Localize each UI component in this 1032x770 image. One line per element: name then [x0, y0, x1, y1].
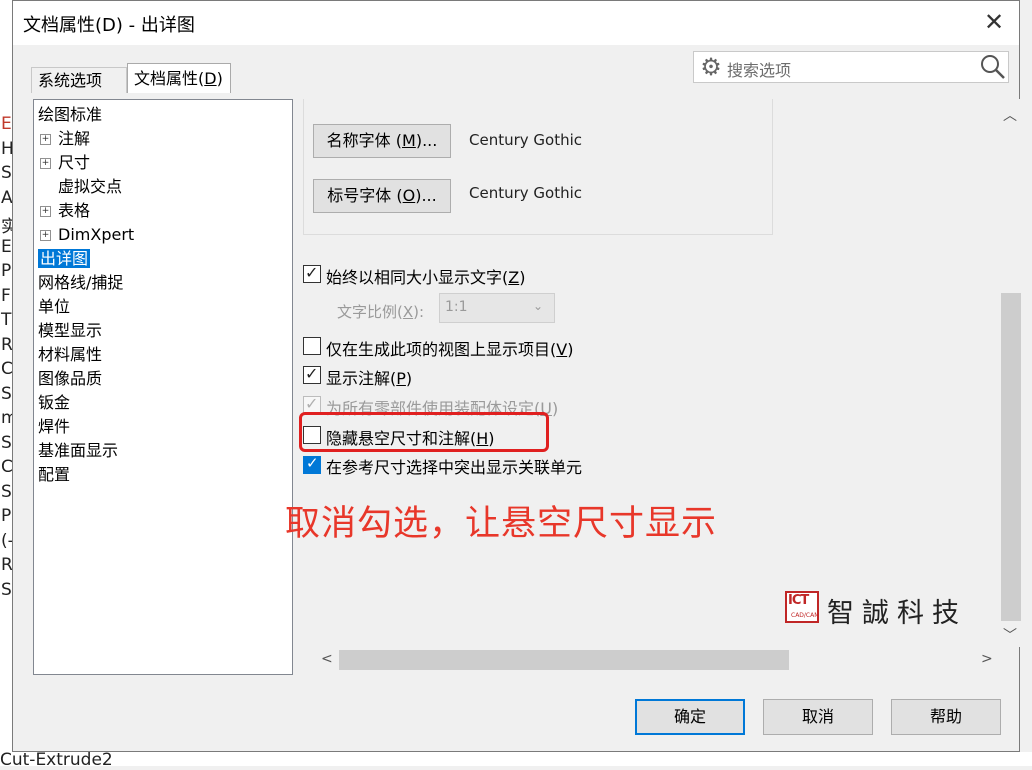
dialog-title: 文档属性(D) - 出详图	[23, 15, 195, 36]
same-size-text-checkbox[interactable]	[303, 263, 321, 283]
scroll-down-icon[interactable]: ﹀	[1003, 625, 1017, 645]
background-list-letter: S	[1, 481, 12, 502]
tree-item[interactable]: 网格线/捕捉	[38, 272, 123, 294]
horizontal-scroll-thumb[interactable]	[339, 650, 789, 670]
text-scale-label: 文字比例(X):	[337, 303, 425, 321]
only-in-view-label: 仅在生成此项的视图上显示项目(V)	[326, 340, 574, 359]
background-app-bottom	[0, 752, 1032, 766]
tree-item-label: 网格线/捕捉	[38, 273, 124, 292]
red-highlight-box	[299, 412, 549, 452]
background-list-letter: F	[1, 285, 11, 306]
show-annotations-checkbox[interactable]	[303, 364, 321, 384]
close-button[interactable]: ✕	[979, 7, 1009, 37]
help-button[interactable]: 帮助	[891, 699, 1001, 735]
show-annotations-label: 显示注解(P)	[326, 369, 413, 388]
logo-subtext: CAD/CAM	[791, 612, 820, 619]
expand-icon[interactable]: +	[40, 206, 51, 217]
title-bar: 文档属性(D) - 出详图 ✕	[13, 1, 1019, 45]
tree-item-label: 单位	[38, 297, 71, 316]
tree-item[interactable]: 绘图标准	[38, 104, 102, 126]
tree-item[interactable]: 尺寸	[58, 152, 90, 174]
highlight-associated-checkbox[interactable]	[303, 454, 321, 474]
gear-icon: ⚙	[700, 53, 722, 81]
tree-item-label: 表格	[58, 201, 91, 220]
cancel-button[interactable]: 取消	[763, 699, 873, 735]
ok-button[interactable]: 确定	[635, 699, 745, 735]
font-group-box	[303, 99, 773, 235]
expand-icon[interactable]: +	[40, 158, 51, 169]
background-feature-item: Cut-Extrude2	[0, 750, 113, 770]
search-icon[interactable]	[979, 53, 1007, 81]
scroll-left-icon[interactable]: <	[321, 651, 333, 667]
tree-item[interactable]: 出详图	[38, 248, 91, 270]
background-list-letter: S	[1, 163, 12, 183]
number-font-button[interactable]: 标号字体 (O)...	[313, 179, 451, 213]
tree-item-label: 出详图	[38, 249, 91, 268]
name-font-value: Century Gothic	[469, 131, 583, 149]
tree-item[interactable]: 虚拟交点	[58, 176, 122, 198]
tree-item[interactable]: 图像品质	[38, 368, 102, 390]
tree-item-label: 焊件	[38, 417, 71, 436]
background-list-letter: S	[1, 383, 12, 404]
watermark-text: 智誠科技	[827, 598, 967, 629]
background-list-letter: A	[1, 187, 13, 208]
background-list-letter: P	[1, 506, 12, 526]
properties-tree: 绘图标准 + 注解 + 尺寸虚拟交点 + 表格 + DimXpert 出详图网格线/捕捉 单位模型显…	[33, 99, 293, 675]
tree-item-label: 材料属性	[38, 345, 103, 364]
tree-item-label: 图像品质	[38, 369, 103, 388]
tree-item[interactable]: 表格	[58, 200, 90, 222]
tree-item-label: 模型显示	[38, 321, 103, 340]
chevron-down-icon: ⌄	[533, 299, 544, 313]
same-size-text-label: 始终以相同大小显示文字(Z)	[326, 268, 526, 287]
tree-item[interactable]: 钣金	[38, 392, 70, 414]
tree-item[interactable]: 单位	[38, 296, 70, 318]
document-properties-dialog: 文档属性(D) - 出详图 ✕ 系统选项(S) 文档属性(D) ⚙ 搜索选项 绘…	[12, 0, 1021, 752]
background-list-letter: P	[1, 261, 12, 281]
tree-item[interactable]: 配置	[38, 464, 70, 486]
scroll-right-icon[interactable]: >	[981, 651, 993, 667]
expand-icon[interactable]: +	[40, 134, 51, 145]
search-placeholder: 搜索选项	[727, 61, 792, 80]
background-list-letter: E	[1, 114, 12, 134]
background-list-letter: S	[1, 432, 12, 453]
tab-document-properties[interactable]: 文档属性(D)	[127, 63, 231, 93]
expand-icon[interactable]: +	[40, 230, 51, 241]
scroll-up-icon[interactable]: ︿	[1003, 105, 1017, 125]
only-in-view-checkbox[interactable]	[303, 337, 321, 355]
background-list-letter: S	[1, 579, 12, 600]
tree-item-label: 绘图标准	[38, 105, 103, 124]
tree-item-label: 尺寸	[58, 153, 91, 172]
background-list-letter: T	[1, 310, 12, 330]
tree-item[interactable]: 材料属性	[38, 344, 102, 366]
tree-item-label: DimXpert	[58, 225, 135, 244]
tree-item-label: 钣金	[38, 393, 71, 412]
text-scale-value: 1:1	[445, 299, 468, 315]
tree-item-label: 基准面显示	[38, 441, 119, 460]
tree-item[interactable]: 模型显示	[38, 320, 102, 342]
tree-item-label: 配置	[38, 465, 71, 484]
close-icon: ✕	[983, 8, 1005, 36]
annotation-text: 取消勾选，让悬空尺寸显示	[285, 504, 718, 544]
tab-system-options[interactable]: 系统选项(S)	[31, 67, 127, 116]
tree-item[interactable]: 焊件	[38, 416, 70, 438]
tree-item[interactable]: 基准面显示	[38, 440, 118, 462]
highlight-associated-label: 在参考尺寸选择中突出显示关联单元	[326, 458, 583, 477]
name-font-button[interactable]: 名称字体 (M)...	[313, 124, 451, 158]
tree-item-label: 注解	[58, 129, 91, 148]
number-font-value: Century Gothic	[469, 184, 583, 202]
tree-item-label: 虚拟交点	[58, 177, 123, 196]
vertical-scroll-thumb[interactable]	[1001, 293, 1021, 621]
background-list-letter: E	[1, 236, 12, 257]
tree-item[interactable]: DimXpert	[58, 224, 134, 246]
tree-item[interactable]: 注解	[58, 128, 90, 150]
logo-text: ICT	[788, 593, 809, 608]
